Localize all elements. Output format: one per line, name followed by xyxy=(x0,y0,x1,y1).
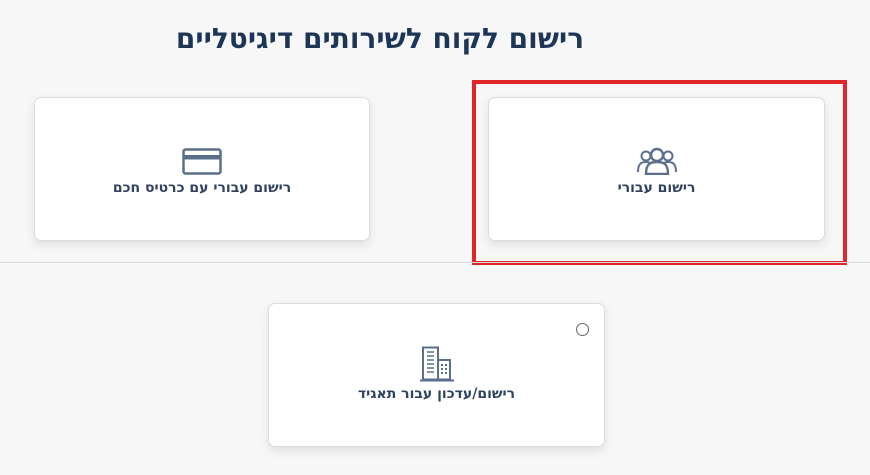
self-registration-label: רישום עבורי xyxy=(617,180,696,196)
corporation-radio[interactable] xyxy=(576,323,589,336)
self-registration-card[interactable]: רישום עבורי xyxy=(488,97,825,241)
building-icon xyxy=(419,346,454,382)
corporation-registration-card[interactable]: רישום/עדכון עבור תאגיד xyxy=(268,303,605,447)
section-divider xyxy=(0,262,870,263)
users-icon xyxy=(636,147,677,175)
page-title: רישום לקוח לשירותים דיגיטליים xyxy=(175,22,585,55)
credit-card-icon xyxy=(182,148,222,175)
smart-card-registration-card[interactable]: רישום עבורי עם כרטיס חכם xyxy=(34,97,370,241)
smart-card-registration-label: רישום עבורי עם כרטיס חכם xyxy=(112,180,292,196)
corporation-registration-label: רישום/עדכון עבור תאגיד xyxy=(357,386,516,402)
